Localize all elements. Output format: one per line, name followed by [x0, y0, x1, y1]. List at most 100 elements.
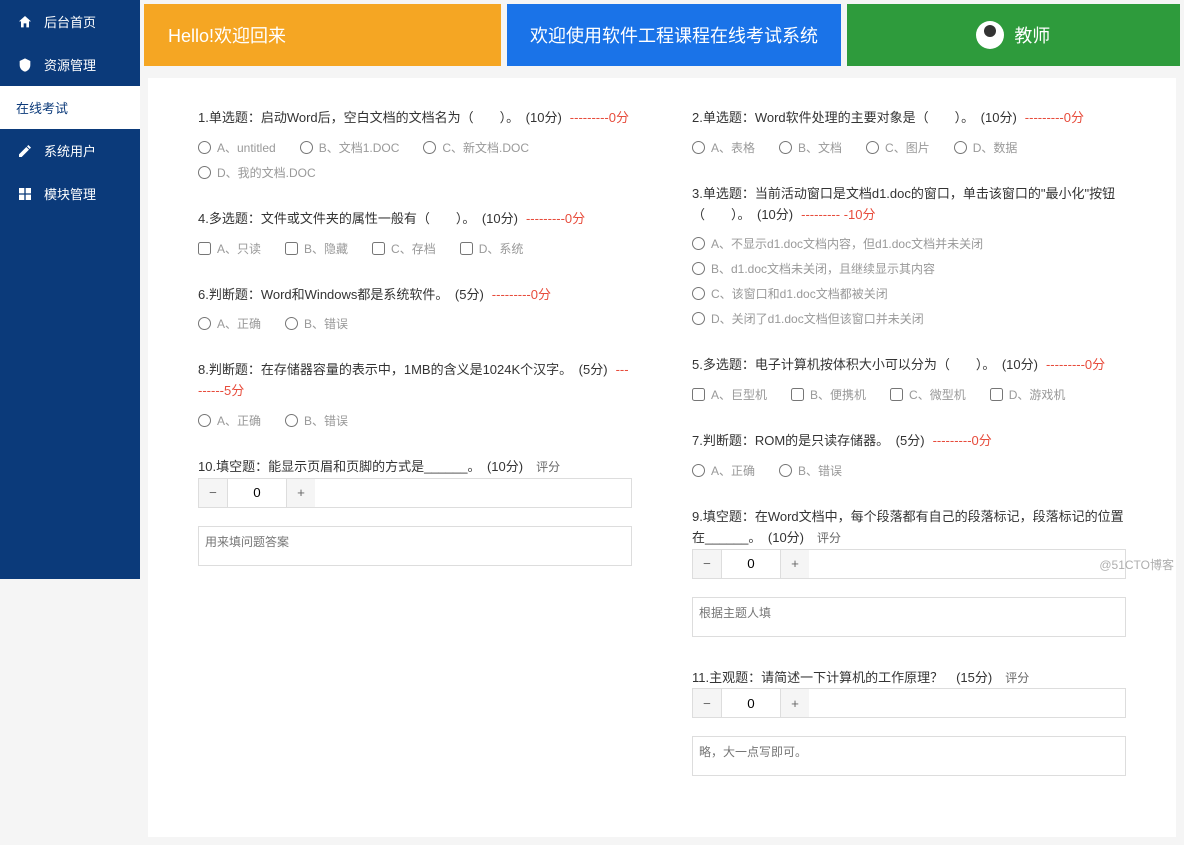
option-input[interactable]	[198, 242, 211, 255]
sidebar-item-home[interactable]: 后台首页	[0, 0, 140, 43]
question-block: 7.判断题：ROM的是只读存储器。 (5分)---------0分 A、正确 B、错…	[692, 431, 1126, 479]
option[interactable]: C、图片	[866, 139, 930, 156]
sidebar-item-resource[interactable]: 资源管理	[0, 43, 140, 86]
score-stepper[interactable]: −+	[692, 549, 1126, 579]
option[interactable]: A、表格	[692, 139, 755, 156]
answer-textarea[interactable]	[692, 597, 1126, 637]
options: A、正确 B、错误	[198, 315, 632, 332]
options: A、表格 B、文档 C、图片 D、数据	[692, 139, 1126, 156]
option-input[interactable]	[692, 287, 705, 300]
question-block: 10.填空题：能显示页眉和页脚的方式是______。 (10分) 评分 −+	[198, 457, 632, 569]
exam-content: 1.单选题：启动Word后，空白文档的文档名为（ ）。 (10分)-------…	[148, 78, 1176, 837]
option-input[interactable]	[198, 166, 211, 179]
option-input[interactable]	[285, 317, 298, 330]
sidebar-item-exam[interactable]: 在线考试	[0, 86, 140, 129]
sidebar: 后台首页 资源管理 在线考试 系统用户 模块管理	[0, 0, 140, 579]
option[interactable]: A、untitled	[198, 139, 276, 156]
option-input[interactable]	[692, 141, 705, 154]
option[interactable]: C、存档	[372, 240, 436, 257]
stepper-input[interactable]	[721, 550, 781, 578]
option[interactable]: B、隐藏	[285, 240, 348, 257]
banner-role: 教师	[847, 4, 1180, 66]
option-input[interactable]	[423, 141, 436, 154]
question-title: 9.填空题：在Word文档中，每个段落都有自己的段落标记，段落标记的位置在___…	[692, 507, 1126, 579]
sidebar-label: 在线考试	[16, 98, 68, 117]
score-label: 评分	[536, 460, 560, 474]
question-title: 11.主观题：请简述一下计算机的工作原理？ (15分) 评分 −+	[692, 668, 1126, 719]
option-input[interactable]	[198, 317, 211, 330]
option-input[interactable]	[779, 141, 792, 154]
sidebar-label: 模块管理	[44, 184, 96, 203]
option-input[interactable]	[692, 388, 705, 401]
option-input[interactable]	[990, 388, 1003, 401]
stepper-plus[interactable]: +	[781, 550, 809, 578]
option[interactable]: D、数据	[954, 139, 1018, 156]
option[interactable]: A、只读	[198, 240, 261, 257]
options: A、巨型机 B、便携机 C、微型机 D、游戏机	[692, 386, 1126, 403]
answer-textarea[interactable]	[692, 736, 1126, 776]
question-title: 7.判断题：ROM的是只读存储器。 (5分)---------0分	[692, 431, 1126, 452]
question-title: 4.多选题：文件或文件夹的属性一般有（ ）。 (10分)---------0分	[198, 209, 632, 230]
option-input[interactable]	[791, 388, 804, 401]
option-input[interactable]	[198, 414, 211, 427]
question-block: 6.判断题：Word和Windows都是系统软件。 (5分)---------0…	[198, 285, 632, 333]
option[interactable]: A、不显示d1.doc文档内容，但d1.doc文档并未关闭	[692, 235, 1126, 252]
score-label: 评分	[1005, 671, 1029, 685]
answer-textarea[interactable]	[198, 526, 632, 566]
option-input[interactable]	[692, 312, 705, 325]
option[interactable]: B、d1.doc文档未关闭，且继续显示其内容	[692, 260, 1126, 277]
option-input[interactable]	[460, 242, 473, 255]
option[interactable]: D、系统	[460, 240, 524, 257]
option[interactable]: A、正确	[692, 462, 755, 479]
option-input[interactable]	[300, 141, 313, 154]
option[interactable]: B、错误	[285, 412, 348, 429]
option[interactable]: A、正确	[198, 315, 261, 332]
stepper-minus[interactable]: −	[693, 689, 721, 717]
question-score: ---------0分	[1046, 357, 1105, 372]
question-title: 1.单选题：启动Word后，空白文档的文档名为（ ）。 (10分)-------…	[198, 108, 632, 129]
question-title: 3.单选题：当前活动窗口是文档d1.doc的窗口，单击该窗口的"最小化"按钮（ …	[692, 184, 1126, 226]
option[interactable]: D、游戏机	[990, 386, 1066, 403]
option[interactable]: C、新文档.DOC	[423, 139, 529, 156]
option-input[interactable]	[372, 242, 385, 255]
stepper-minus[interactable]: −	[199, 479, 227, 507]
option[interactable]: B、错误	[779, 462, 842, 479]
options: A、只读 B、隐藏 C、存档 D、系统	[198, 240, 632, 257]
option-input[interactable]	[285, 242, 298, 255]
option[interactable]: B、便携机	[791, 386, 866, 403]
options: A、正确 B、错误	[692, 462, 1126, 479]
options: A、untitled B、文档1.DOC C、新文档.DOC D、我的文档.DOC	[198, 139, 632, 181]
option-input[interactable]	[692, 464, 705, 477]
banner-row: Hello!欢迎回来 欢迎使用软件工程课程在线考试系统 教师	[140, 0, 1184, 70]
option[interactable]: D、我的文档.DOC	[198, 164, 316, 181]
score-stepper[interactable]: −+	[692, 688, 1126, 718]
sidebar-item-modules[interactable]: 模块管理	[0, 172, 140, 215]
grid-icon	[16, 185, 34, 203]
option[interactable]: B、文档1.DOC	[300, 139, 400, 156]
avatar-icon	[976, 21, 1004, 49]
option-input[interactable]	[954, 141, 967, 154]
option[interactable]: B、文档	[779, 139, 842, 156]
score-label: 评分	[817, 531, 841, 545]
stepper-minus[interactable]: −	[693, 550, 721, 578]
stepper-plus[interactable]: +	[781, 689, 809, 717]
option[interactable]: A、巨型机	[692, 386, 767, 403]
sidebar-item-users[interactable]: 系统用户	[0, 129, 140, 172]
question-block: 2.单选题：Word软件处理的主要对象是（ ）。 (10分)---------0…	[692, 108, 1126, 156]
option-input[interactable]	[692, 237, 705, 250]
option[interactable]: A、正确	[198, 412, 261, 429]
option[interactable]: C、该窗口和d1.doc文档都被关闭	[692, 285, 1126, 302]
stepper-input[interactable]	[227, 479, 287, 507]
option-input[interactable]	[692, 262, 705, 275]
option-input[interactable]	[890, 388, 903, 401]
option-input[interactable]	[285, 414, 298, 427]
option-input[interactable]	[198, 141, 211, 154]
option[interactable]: B、错误	[285, 315, 348, 332]
stepper-input[interactable]	[721, 689, 781, 717]
score-stepper[interactable]: −+	[198, 478, 632, 508]
stepper-plus[interactable]: +	[287, 479, 315, 507]
option-input[interactable]	[866, 141, 879, 154]
option[interactable]: D、关闭了d1.doc文档但该窗口并未关闭	[692, 310, 1126, 327]
option[interactable]: C、微型机	[890, 386, 966, 403]
option-input[interactable]	[779, 464, 792, 477]
